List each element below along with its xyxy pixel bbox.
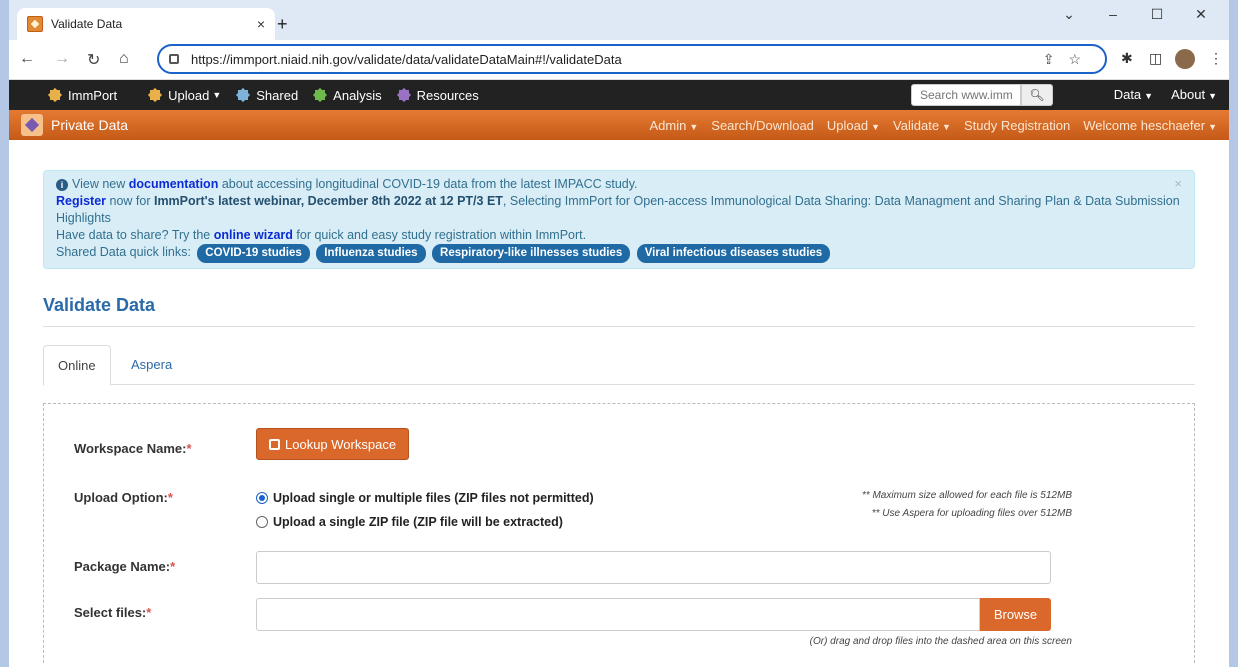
search-icon[interactable]: 🔍︎ [1021, 84, 1053, 106]
private-data-brand[interactable]: Private Data [21, 114, 128, 136]
nav-upload-label: Upload [168, 87, 210, 103]
radio-zip-file[interactable]: Upload a single ZIP file (ZIP file will … [256, 515, 563, 529]
quick-link-covid[interactable]: COVID-19 studies [197, 244, 310, 263]
package-name-input[interactable] [256, 551, 1051, 584]
maximize-icon[interactable]: ☐ [1135, 6, 1179, 23]
tab-title: Validate Data [51, 17, 123, 31]
resources-star-icon [396, 87, 412, 103]
documentation-link[interactable]: documentation [129, 177, 219, 191]
analysis-star-icon [312, 87, 328, 103]
site-search-input[interactable] [911, 84, 1021, 106]
immport-home-link[interactable]: ImmPort [47, 87, 117, 103]
menu-search-download[interactable]: Search/Download [711, 118, 814, 133]
new-tab-button[interactable]: + [277, 14, 288, 35]
private-data-title: Private Data [51, 117, 129, 133]
private-data-navbar: Private Data Admin ▼ Search/Download Uplo… [9, 110, 1229, 140]
extensions-icon[interactable]: ✱ [1121, 50, 1133, 67]
reload-icon[interactable]: ↻ [87, 50, 100, 70]
file-drop-zone[interactable]: Workspace Name:* Lookup Workspace Upload… [43, 403, 1195, 663]
browse-button[interactable]: Browse [980, 598, 1051, 631]
external-link-icon [269, 438, 280, 450]
nav-resources[interactable]: Resources [396, 87, 479, 103]
quick-link-respiratory[interactable]: Respiratory-like illnesses studies [432, 244, 631, 263]
menu-upload[interactable]: Upload ▼ [827, 118, 880, 133]
upload-star-icon [147, 87, 163, 103]
menu-validate[interactable]: Validate ▼ [893, 118, 951, 133]
upload-option-label: Upload Option:* [74, 490, 173, 505]
radio-multiple-files[interactable]: Upload single or multiple files (ZIP fil… [256, 491, 594, 505]
immport-brand: ImmPort [68, 87, 118, 103]
profile-avatar[interactable] [1175, 49, 1195, 69]
max-size-note: ** Maximum size allowed for each file is… [861, 490, 1072, 501]
radio-selected-icon[interactable] [256, 492, 268, 504]
radio-unselected-icon[interactable] [256, 516, 268, 528]
tab-online[interactable]: Online [43, 345, 111, 386]
kebab-menu-icon[interactable]: ⋮ [1209, 50, 1223, 67]
side-panel-icon[interactable]: ◫ [1149, 50, 1162, 67]
quick-link-influenza[interactable]: Influenza studies [316, 244, 426, 263]
info-icon: i [56, 179, 68, 191]
share-bookmark-icons[interactable]: ⇪☆ [1043, 51, 1095, 68]
menu-user[interactable]: Welcome heschaefer ▼ [1083, 118, 1217, 133]
address-bar: ← → ↻ ⌂ https://immport.niaid.nih.gov/va… [9, 40, 1229, 80]
nav-data[interactable]: Data ▼ [1114, 87, 1153, 102]
minimize-icon[interactable]: – [1091, 6, 1135, 23]
workspace-label: Workspace Name:* [74, 441, 192, 456]
close-window-icon[interactable]: ✕ [1179, 6, 1223, 23]
nav-shared-label: Shared [256, 87, 299, 103]
nav-analysis[interactable]: Analysis [312, 87, 382, 103]
tab-close-icon[interactable]: × [257, 16, 265, 32]
lookup-workspace-button[interactable]: Lookup Workspace [256, 428, 410, 460]
url-input[interactable]: https://immport.niaid.nih.gov/validate/d… [157, 44, 1107, 74]
online-wizard-link[interactable]: online wizard [214, 228, 293, 242]
immport-logo-icon [47, 87, 63, 103]
nav-resources-label: Resources [416, 87, 479, 103]
home-icon[interactable]: ⌂ [119, 50, 129, 68]
private-data-logo-icon [21, 114, 43, 136]
drag-drop-note: (Or) drag and drop files into the dashed… [809, 636, 1072, 647]
package-name-label: Package Name:* [74, 559, 176, 574]
quick-link-viral[interactable]: Viral infectious diseases studies [636, 244, 831, 263]
forward-arrow-icon[interactable]: → [54, 50, 70, 68]
nav-analysis-label: Analysis [333, 87, 382, 103]
lock-icon[interactable] [169, 54, 179, 64]
private-menu: Admin ▼ Search/Download Upload ▼ Validate ▼… [650, 118, 1218, 133]
main-content: × i View new documentation about accessin… [9, 170, 1229, 663]
tab-search-icon[interactable]: ⌄ [1047, 6, 1091, 23]
browser-tab[interactable]: Validate Data × [17, 8, 275, 40]
menu-admin[interactable]: Admin ▼ [650, 118, 699, 133]
window-controls: ⌄ – ☐ ✕ [1047, 6, 1223, 23]
nav-about[interactable]: About ▼ [1171, 87, 1217, 102]
shared-star-icon [235, 87, 251, 103]
register-link[interactable]: Register [56, 194, 106, 208]
select-files-input[interactable] [256, 598, 980, 631]
tab-strip: Validate Data × + ⌄ – ☐ ✕ [9, 0, 1229, 40]
immport-navbar: ImmPort Upload ▼ Shared Analysis Resource… [9, 80, 1229, 110]
url-text: https://immport.niaid.nih.gov/validate/d… [191, 51, 622, 67]
page-title: Validate Data [43, 295, 1195, 327]
right-nav: Data ▼ About ▼ [1114, 87, 1217, 102]
select-files-label: Select files:* [74, 605, 152, 620]
upload-method-tabs: Online Aspera [43, 345, 1195, 386]
alert-close-icon[interactable]: × [1174, 175, 1182, 192]
browser-window: Validate Data × + ⌄ – ☐ ✕ ← → ↻ ⌂ https:… [9, 0, 1229, 667]
nav-upload[interactable]: Upload ▼ [147, 87, 221, 103]
announcement-alert: × i View new documentation about accessin… [43, 170, 1195, 269]
aspera-note: ** Use Aspera for uploading files over 5… [871, 508, 1072, 519]
nav-shared[interactable]: Shared [235, 87, 298, 103]
immport-favicon-icon [27, 16, 43, 32]
tab-aspera[interactable]: Aspera [117, 345, 186, 386]
menu-study-registration[interactable]: Study Registration [964, 118, 1070, 133]
back-arrow-icon[interactable]: ← [19, 50, 35, 68]
